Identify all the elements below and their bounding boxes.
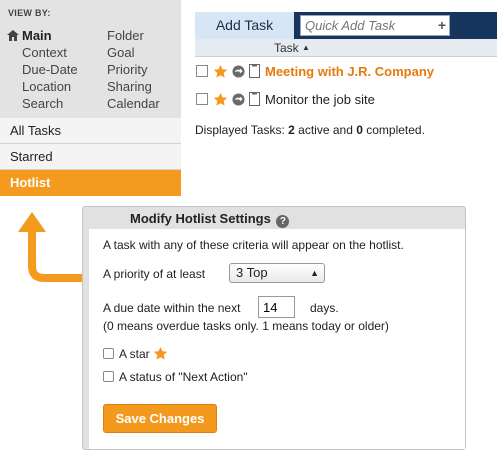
view-by-heading: VIEW BY: — [8, 8, 51, 18]
quick-add-input[interactable] — [301, 16, 449, 35]
view-by-right-column: Folder Goal Priority Sharing Calendar — [107, 27, 160, 112]
view-by-calendar[interactable]: Calendar — [107, 95, 160, 112]
view-by-sharing[interactable]: Sharing — [107, 78, 160, 95]
status-criterion: A status of "Next Action" — [103, 370, 248, 384]
home-icon — [7, 30, 19, 41]
star-icon[interactable] — [213, 92, 228, 107]
due-days-input[interactable] — [258, 296, 295, 318]
active-count: 2 — [288, 123, 295, 137]
summary-prefix: Displayed Tasks: — [195, 123, 289, 137]
view-by-main-label: Main — [22, 28, 52, 43]
due-date-note: (0 means overdue tasks only. 1 means tod… — [103, 319, 389, 333]
quick-add-field: + — [300, 15, 450, 36]
view-by-context[interactable]: Context — [7, 44, 78, 61]
hotlist-settings-panel: Modify Hotlist Settings ? A task with an… — [82, 206, 466, 450]
table-row: Meeting with J.R. Company — [195, 57, 497, 85]
priority-select[interactable]: 3 Top ▲ — [229, 263, 325, 283]
view-by-due-date[interactable]: Due-Date — [7, 61, 78, 78]
view-by-left-column: Main Context Due-Date Location Search — [7, 27, 78, 112]
star-icon — [153, 346, 168, 360]
view-by-location[interactable]: Location — [7, 78, 78, 95]
page: VIEW BY: Main Context Due-Date Location … — [0, 0, 497, 461]
tasks-panel: Add Task + Task ▲ Meeting with J.R. Comp… — [195, 12, 497, 137]
view-by-main[interactable]: Main — [7, 27, 78, 44]
note-icon[interactable] — [249, 92, 260, 106]
due-date-label: A due date within the next — [103, 301, 241, 315]
priority-label: A priority of at least — [103, 267, 206, 281]
sidebar: VIEW BY: Main Context Due-Date Location … — [0, 0, 181, 197]
table-row: Monitor the job site — [195, 85, 497, 113]
add-task-button[interactable]: Add Task — [195, 12, 294, 39]
star-criterion: A star — [103, 346, 168, 361]
sort-ascending-icon: ▲ — [302, 43, 310, 52]
priority-select-value: 3 Top — [236, 265, 268, 280]
nav-starred[interactable]: Starred — [0, 144, 181, 170]
select-arrows-icon: ▲ — [310, 268, 319, 278]
star-checkbox[interactable] — [103, 348, 114, 359]
task-column-header[interactable]: Task ▲ — [195, 39, 497, 57]
completed-count: 0 — [356, 123, 363, 137]
curved-arrow-icon — [18, 212, 84, 282]
status-checkbox[interactable] — [103, 371, 114, 382]
displayed-tasks-summary: Displayed Tasks: 2 active and 0 complete… — [195, 123, 497, 137]
star-criterion-label: A star — [119, 347, 150, 361]
settings-title-text: Modify Hotlist Settings — [130, 211, 271, 226]
note-icon[interactable] — [249, 64, 260, 78]
nav-hotlist[interactable]: Hotlist — [0, 170, 181, 196]
save-changes-button[interactable]: Save Changes — [103, 404, 217, 433]
task-checkbox[interactable] — [196, 93, 208, 105]
view-by-search[interactable]: Search — [7, 95, 78, 112]
task-column-label: Task — [274, 41, 299, 55]
summary-suffix: completed. — [362, 123, 425, 137]
help-icon[interactable]: ? — [276, 215, 290, 228]
view-by-priority[interactable]: Priority — [107, 61, 160, 78]
next-action-icon[interactable] — [232, 64, 245, 78]
due-days-suffix: days. — [310, 301, 339, 315]
task-toolbar: Add Task + — [195, 12, 497, 39]
next-action-icon[interactable] — [232, 92, 245, 106]
settings-body: A task with any of these criteria will a… — [89, 229, 465, 449]
task-name-link[interactable]: Meeting with J.R. Company — [265, 64, 434, 79]
view-by-folder[interactable]: Folder — [107, 27, 160, 44]
task-checkbox[interactable] — [196, 65, 208, 77]
settings-title: Modify Hotlist Settings ? — [83, 207, 465, 230]
quick-add-plus-icon[interactable]: + — [438, 17, 446, 33]
nav-all-tasks[interactable]: All Tasks — [0, 118, 181, 144]
view-by-panel: VIEW BY: Main Context Due-Date Location … — [0, 0, 181, 118]
summary-middle: active and — [294, 123, 357, 137]
status-criterion-label: A status of "Next Action" — [119, 370, 248, 384]
task-name-link[interactable]: Monitor the job site — [265, 92, 375, 107]
settings-intro: A task with any of these criteria will a… — [103, 238, 404, 252]
view-by-goal[interactable]: Goal — [107, 44, 160, 61]
star-icon[interactable] — [213, 64, 228, 79]
